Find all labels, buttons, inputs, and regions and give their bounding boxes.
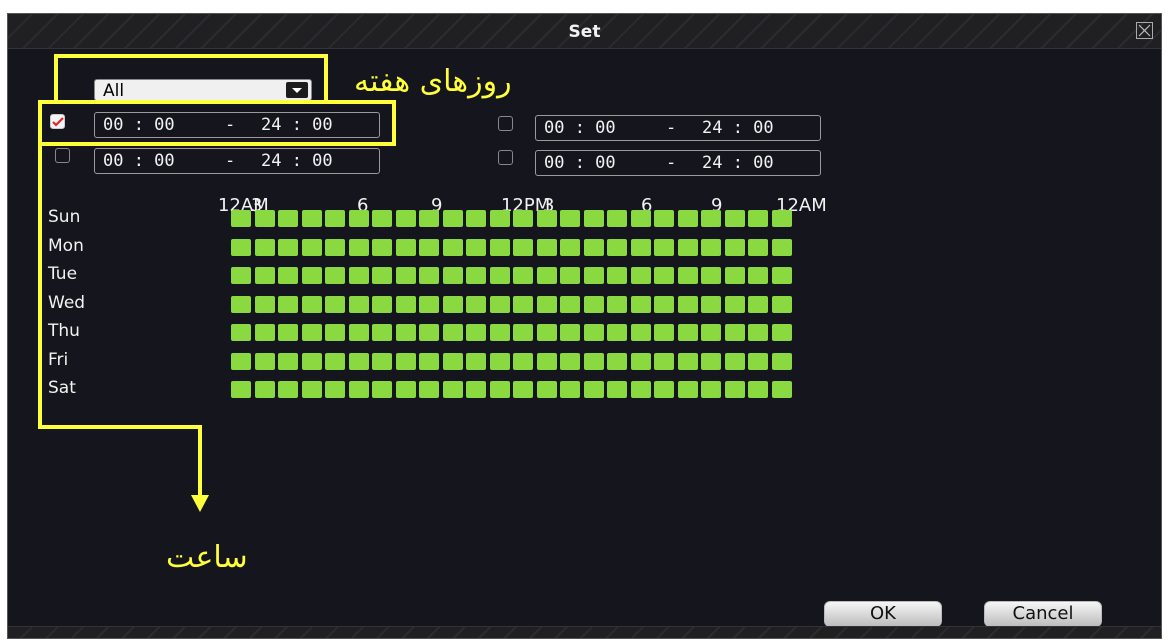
hour-annotation: ساعت (166, 540, 248, 575)
days-highlight-box (54, 54, 328, 104)
time-highlight-box (38, 100, 396, 146)
arrow-down-icon (191, 495, 209, 512)
hour-annotation-line (38, 144, 202, 495)
days-of-week-annotation: روزهای هفته (354, 64, 512, 99)
